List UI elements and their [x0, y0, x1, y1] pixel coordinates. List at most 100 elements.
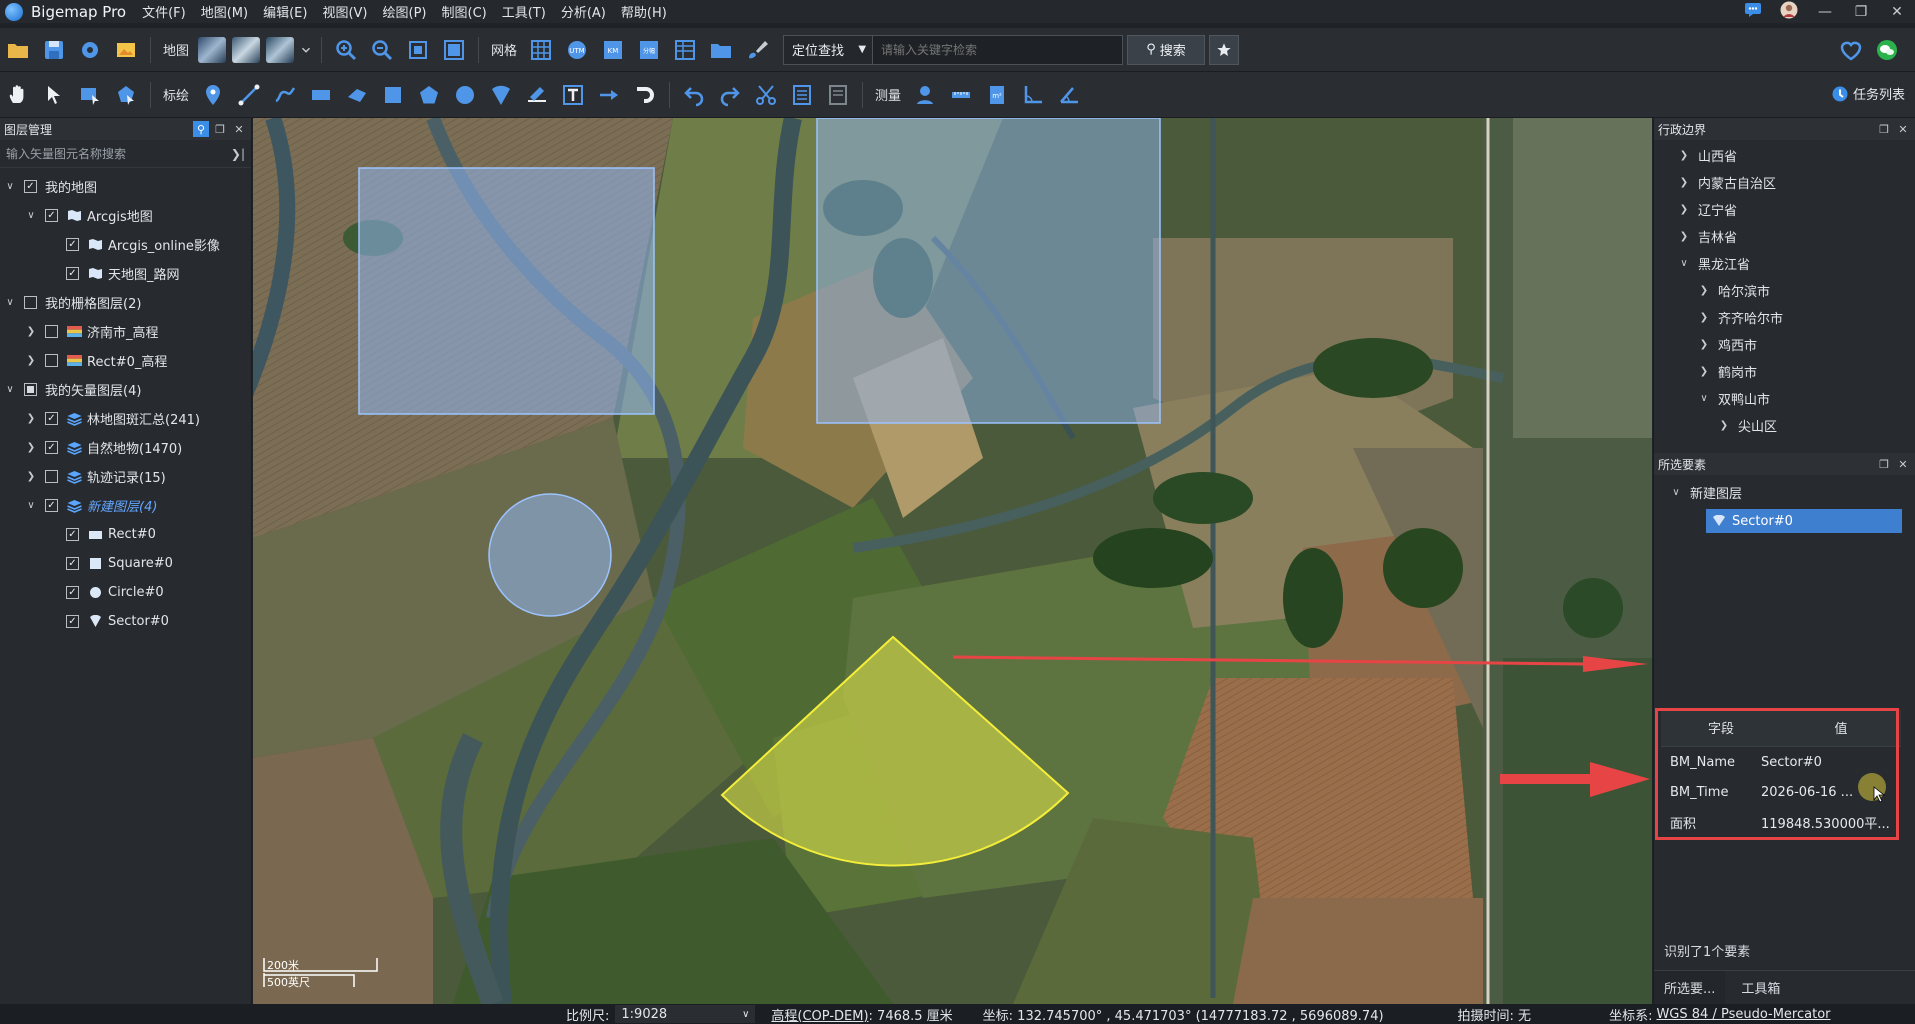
redo-icon[interactable] — [714, 79, 746, 111]
open-folder-icon[interactable] — [2, 34, 34, 66]
chevron-down-icon[interactable]: ∨ — [4, 181, 16, 193]
chevron-right-icon[interactable]: ❯ — [1698, 366, 1710, 378]
layer-row[interactable]: ✓ Arcgis_online影像 — [0, 230, 251, 259]
zoom-in-icon[interactable] — [330, 34, 362, 66]
hand-pan-icon[interactable] — [2, 79, 34, 111]
undo-icon[interactable] — [678, 79, 710, 111]
admin-row[interactable]: ❯ 辽宁省 — [1654, 196, 1915, 223]
float-panel-icon[interactable]: ❐ — [212, 121, 228, 137]
tab-selected-features[interactable]: 所选要... — [1654, 970, 1726, 1005]
menu-item-8[interactable]: 帮助(H) — [621, 2, 667, 21]
polyline-draw-icon[interactable] — [269, 79, 301, 111]
polygon-select-icon[interactable] — [110, 79, 142, 111]
menu-item-3[interactable]: 视图(V) — [322, 2, 367, 21]
km-grid-icon[interactable]: KM — [597, 34, 629, 66]
maximize-button[interactable]: ❐ — [1843, 4, 1879, 20]
map-source-thumb-3[interactable] — [266, 36, 295, 63]
layer-checkbox[interactable]: ✓ — [45, 209, 58, 222]
square-shape[interactable] — [816, 118, 1161, 424]
layer-row[interactable]: ❯ ✓ 林地图斑汇总(241) — [0, 404, 251, 433]
map-source-thumb-2[interactable] — [232, 36, 261, 63]
chevron-down-icon[interactable] — [299, 34, 313, 66]
chevron-down-icon[interactable]: ∨ — [4, 297, 16, 309]
layer-row[interactable]: ✓ Sector#0 — [0, 607, 251, 636]
chevron-down-icon[interactable]: ∨ — [4, 384, 16, 396]
settings-gear-icon[interactable] — [74, 34, 106, 66]
layer-checkbox[interactable]: ✓ — [45, 412, 58, 425]
layer-row[interactable]: ✓ Circle#0 — [0, 578, 251, 607]
text-annotation-icon[interactable] — [557, 79, 589, 111]
layer-row[interactable]: ❯ 济南市_高程 — [0, 317, 251, 346]
zoom-extent-icon[interactable] — [402, 34, 434, 66]
measure-distance-icon[interactable] — [945, 79, 977, 111]
admin-row[interactable]: ❯ 鸡西市 — [1654, 331, 1915, 358]
tab-toolbox[interactable]: 工具箱 — [1725, 971, 1796, 1005]
layer-checkbox[interactable]: ✓ — [66, 267, 79, 280]
chevron-right-icon[interactable]: ❯ — [1698, 285, 1710, 297]
menu-item-4[interactable]: 绘图(P) — [383, 2, 427, 21]
sheet-grid-icon[interactable]: 分幅 — [633, 34, 665, 66]
folder-icon[interactable] — [705, 34, 737, 66]
menu-item-5[interactable]: 制图(C) — [442, 2, 487, 21]
map-canvas[interactable] — [253, 118, 1652, 1004]
admin-row[interactable]: ❯ 尖山区 — [1654, 412, 1915, 439]
plugin-icon[interactable] — [1835, 34, 1867, 66]
menu-item-6[interactable]: 工具(T) — [502, 2, 546, 21]
close-panel-icon[interactable]: ✕ — [231, 121, 247, 137]
layer-row[interactable]: ✓ Rect#0 — [0, 520, 251, 549]
layer-row[interactable]: ❯ ✓ 自然地物(1470) — [0, 433, 251, 462]
marker-point-icon[interactable] — [197, 79, 229, 111]
menu-item-1[interactable]: 地图(M) — [201, 2, 248, 21]
circle-shape[interactable] — [488, 493, 612, 617]
measure-azimuth-icon[interactable] — [1053, 79, 1085, 111]
admin-row[interactable]: ❯ 哈尔滨市 — [1654, 277, 1915, 304]
elevation-source-link[interactable]: 高程(COP-DEM) — [771, 1005, 868, 1024]
circle-draw-icon[interactable] — [449, 79, 481, 111]
rect-select-icon[interactable] — [74, 79, 106, 111]
float-panel-icon[interactable]: ❐ — [1876, 456, 1892, 472]
layer-row[interactable]: ❯ Rect#0_高程 — [0, 346, 251, 375]
chevron-right-icon[interactable]: ❯ — [1678, 204, 1690, 216]
chevron-right-icon[interactable]: ❯ — [1718, 420, 1730, 432]
admin-row[interactable]: ❯ 吉林省 — [1654, 223, 1915, 250]
image-icon[interactable] — [110, 34, 142, 66]
menu-item-2[interactable]: 编辑(E) — [263, 2, 307, 21]
chevron-right-icon[interactable]: ❯ — [25, 442, 37, 454]
select-arrow-icon[interactable] — [38, 79, 70, 111]
line-draw-icon[interactable] — [233, 79, 265, 111]
chevron-right-icon[interactable]: ❯ — [1678, 177, 1690, 189]
favorite-star-button[interactable] — [1209, 34, 1240, 65]
layer-checkbox[interactable]: ✓ — [66, 615, 79, 628]
measure-angle-icon[interactable] — [1017, 79, 1049, 111]
table-grid-icon[interactable] — [669, 34, 701, 66]
square-draw-icon[interactable] — [377, 79, 409, 111]
wechat-icon[interactable] — [1871, 34, 1903, 66]
admin-row[interactable]: ❯ 齐齐哈尔市 — [1654, 304, 1915, 331]
admin-row[interactable]: ∨ 黑龙江省 — [1654, 250, 1915, 277]
chevron-right-icon[interactable]: ❯ — [25, 355, 37, 367]
layer-checkbox[interactable] — [45, 325, 58, 338]
layer-checkbox[interactable] — [24, 296, 37, 309]
chevron-right-icon[interactable]: ❯ — [25, 326, 37, 338]
layer-checkbox[interactable]: ✓ — [66, 528, 79, 541]
search-button[interactable]: ⚲ 搜索 — [1127, 34, 1206, 65]
layer-checkbox[interactable]: ✓ — [45, 441, 58, 454]
map-source-thumb-1[interactable] — [198, 36, 227, 63]
sector-draw-icon[interactable] — [485, 79, 517, 111]
measure-location-icon[interactable] — [909, 79, 941, 111]
chevron-down-icon[interactable]: ∨ — [25, 210, 37, 222]
chevron-right-icon[interactable]: ❯ — [1678, 231, 1690, 243]
layer-row[interactable]: ∨ ✓ Arcgis地图 — [0, 201, 251, 230]
menu-item-0[interactable]: 文件(F) — [142, 2, 186, 21]
cut-scissors-icon[interactable] — [750, 79, 782, 111]
measure-area-icon[interactable]: m² — [981, 79, 1013, 111]
layer-checkbox[interactable] — [24, 383, 37, 396]
close-button[interactable]: ✕ — [1879, 4, 1915, 20]
layer-search-field[interactable]: 输入矢量图元名称搜索 ❯| — [0, 140, 251, 168]
attribute-table-icon[interactable] — [786, 79, 818, 111]
brush-icon[interactable] — [741, 34, 773, 66]
arrow-draw-icon[interactable] — [593, 79, 625, 111]
layer-row[interactable]: ∨ ✓ 我的地图 — [0, 172, 251, 201]
menu-item-7[interactable]: 分析(A) — [561, 2, 606, 21]
layer-row[interactable]: ✓ Square#0 — [0, 549, 251, 578]
